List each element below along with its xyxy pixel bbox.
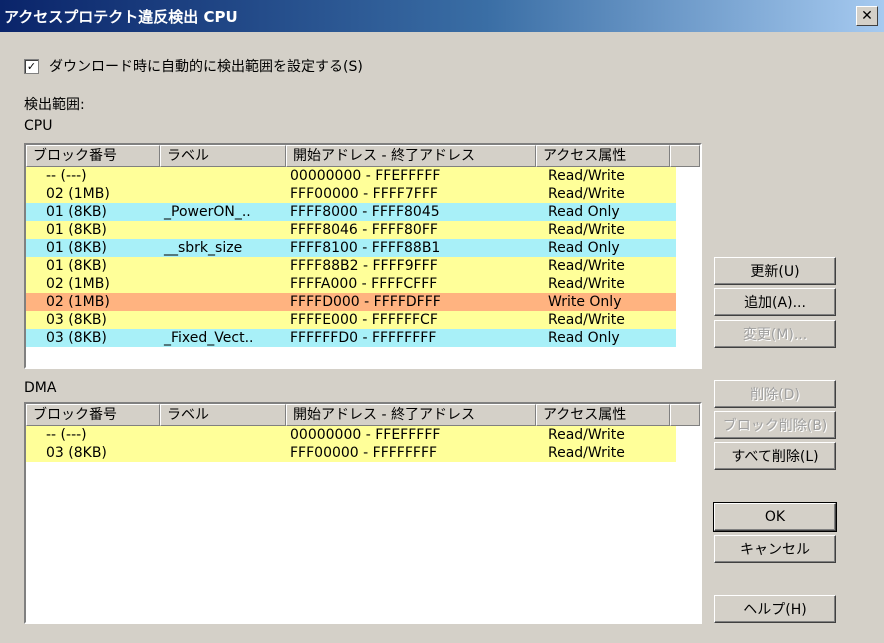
block-cell: 03 (8KB)	[46, 312, 107, 328]
block-cell: 01 (8KB)	[46, 240, 107, 256]
table-row[interactable]: 03 (8KB) FFF00000 - FFFFFFFF Read/Write	[26, 444, 676, 462]
dma-list-header: ブロック番号 ラベル 開始アドレス - 終了アドレス アクセス属性	[26, 404, 700, 426]
change-button[interactable]: 変更(M)...	[714, 320, 836, 348]
column-header-access[interactable]: アクセス属性	[536, 404, 670, 426]
detection-range-label: 検出範囲:	[24, 97, 85, 113]
access-cell: Read/Write	[548, 427, 625, 443]
label-cell	[160, 167, 286, 185]
dma-section-label: DMA	[24, 380, 57, 396]
cancel-button[interactable]: キャンセル	[714, 535, 836, 563]
address-range-cell: 00000000 - FFEFFFFF	[290, 427, 441, 443]
address-range-cell: FFFFA000 - FFFFCFFF	[290, 276, 438, 292]
block-cell: 01 (8KB)	[46, 258, 107, 274]
column-header-address[interactable]: 開始アドレス - 終了アドレス	[286, 145, 536, 167]
table-row[interactable]: 01 (8KB) __sbrk_size FFFF8100 - FFFF88B1 Re…	[26, 239, 676, 257]
column-header-label[interactable]: ラベル	[160, 145, 286, 167]
table-row[interactable]: 01 (8KB) FFFF8046 - FFFF80FF Read/Write	[26, 221, 676, 239]
window-title: アクセスプロテクト違反検出 CPU	[4, 7, 238, 26]
table-row[interactable]: 02 (1MB) FFF00000 - FFFF7FFF Read/Write	[26, 185, 676, 203]
label-cell	[160, 275, 286, 293]
cpu-section-label: CPU	[24, 118, 53, 134]
block-cell: -- (---)	[46, 427, 87, 443]
label-cell	[160, 221, 286, 239]
block-cell: 02 (1MB)	[46, 186, 110, 202]
label-cell	[160, 311, 286, 329]
title-bar: アクセスプロテクト違反検出 CPU ✕	[0, 0, 884, 32]
update-button[interactable]: 更新(U)	[714, 257, 836, 285]
dma-list-body: -- (---) 00000000 - FFEFFFFF Read/Write 03 …	[26, 426, 700, 462]
cpu-list-body: -- (---) 00000000 - FFEFFFFF Read/Write 02 …	[26, 167, 700, 347]
block-cell: 03 (8KB)	[46, 330, 107, 346]
table-row[interactable]: 03 (8KB) FFFFE000 - FFFFFFCF Read/Write	[26, 311, 676, 329]
block-delete-button[interactable]: ブロック削除(B)	[714, 411, 836, 439]
address-range-cell: FFFF8046 - FFFF80FF	[290, 222, 438, 238]
table-row[interactable]: 02 (1MB) FFFFA000 - FFFFCFFF Read/Write	[26, 275, 676, 293]
column-header-address[interactable]: 開始アドレス - 終了アドレス	[286, 404, 536, 426]
close-icon[interactable]: ✕	[856, 6, 878, 26]
access-cell: Read/Write	[548, 445, 625, 461]
address-range-cell: FFFF8100 - FFFF88B1	[290, 240, 441, 256]
block-cell: 02 (1MB)	[46, 294, 110, 310]
delete-all-button[interactable]: すべて削除(L)	[714, 442, 836, 470]
table-row[interactable]: -- (---) 00000000 - FFEFFFFF Read/Write	[26, 426, 676, 444]
table-row[interactable]: 01 (8KB) FFFF88B2 - FFFF9FFF Read/Write	[26, 257, 676, 275]
table-row[interactable]: 03 (8KB) _Fixed_Vect.. FFFFFFD0 - FFFFFFFF…	[26, 329, 676, 347]
block-cell: 01 (8KB)	[46, 222, 107, 238]
table-row[interactable]: 01 (8KB) _PowerON_.. FFFF8000 - FFFF8045 Re…	[26, 203, 676, 221]
cpu-list-header: ブロック番号 ラベル 開始アドレス - 終了アドレス アクセス属性	[26, 145, 700, 167]
address-range-cell: FFFFD000 - FFFFDFFF	[290, 294, 441, 310]
column-header-blank	[670, 404, 700, 426]
access-cell: Read Only	[548, 330, 620, 346]
delete-button[interactable]: 削除(D)	[714, 380, 836, 408]
ok-button[interactable]: OK	[713, 502, 837, 532]
address-range-cell: FFFF8000 - FFFF8045	[290, 204, 440, 220]
column-header-access[interactable]: アクセス属性	[536, 145, 670, 167]
block-cell: -- (---)	[46, 168, 87, 184]
label-cell	[160, 257, 286, 275]
table-row[interactable]: -- (---) 00000000 - FFEFFFFF Read/Write	[26, 167, 676, 185]
label-cell: _PowerON_..	[164, 204, 251, 220]
access-cell: Read/Write	[548, 222, 625, 238]
block-cell: 03 (8KB)	[46, 445, 107, 461]
add-button[interactable]: 追加(A)...	[714, 288, 836, 316]
column-header-label[interactable]: ラベル	[160, 404, 286, 426]
access-cell: Read Only	[548, 204, 620, 220]
table-row[interactable]: 02 (1MB) FFFFD000 - FFFFDFFF Write Only	[26, 293, 676, 311]
address-range-cell: FFFFFFD0 - FFFFFFFF	[290, 330, 437, 346]
access-cell: Read Only	[548, 240, 620, 256]
auto-range-checkbox[interactable]: ✓	[24, 58, 39, 74]
help-button[interactable]: ヘルプ(H)	[714, 595, 836, 623]
label-cell	[160, 293, 286, 311]
label-cell: __sbrk_size	[164, 240, 243, 256]
block-cell: 01 (8KB)	[46, 204, 107, 220]
address-range-cell: FFF00000 - FFFF7FFF	[290, 186, 438, 202]
access-cell: Write Only	[548, 294, 622, 310]
label-cell: _Fixed_Vect..	[164, 330, 254, 346]
address-range-cell: 00000000 - FFEFFFFF	[290, 168, 441, 184]
label-cell	[160, 426, 286, 444]
address-range-cell: FFF00000 - FFFFFFFF	[290, 445, 438, 461]
access-cell: Read/Write	[548, 276, 625, 292]
access-cell: Read/Write	[548, 186, 625, 202]
column-header-blank	[670, 145, 700, 167]
address-range-cell: FFFF88B2 - FFFF9FFF	[290, 258, 438, 274]
column-header-block[interactable]: ブロック番号	[26, 404, 160, 426]
column-header-block[interactable]: ブロック番号	[26, 145, 160, 167]
access-cell: Read/Write	[548, 258, 625, 274]
dma-range-list[interactable]: ブロック番号 ラベル 開始アドレス - 終了アドレス アクセス属性 -- (--…	[24, 402, 702, 624]
auto-range-checkbox-label: ダウンロード時に自動的に検出範囲を設定する(S)	[49, 59, 363, 75]
access-cell: Read/Write	[548, 168, 625, 184]
auto-range-checkbox-row[interactable]: ✓ ダウンロード時に自動的に検出範囲を設定する(S)	[24, 56, 363, 76]
label-cell	[160, 185, 286, 203]
cpu-range-list[interactable]: ブロック番号 ラベル 開始アドレス - 終了アドレス アクセス属性 -- (--…	[24, 143, 702, 369]
label-cell	[160, 444, 286, 462]
access-cell: Read/Write	[548, 312, 625, 328]
block-cell: 02 (1MB)	[46, 276, 110, 292]
address-range-cell: FFFFE000 - FFFFFFCF	[290, 312, 438, 328]
